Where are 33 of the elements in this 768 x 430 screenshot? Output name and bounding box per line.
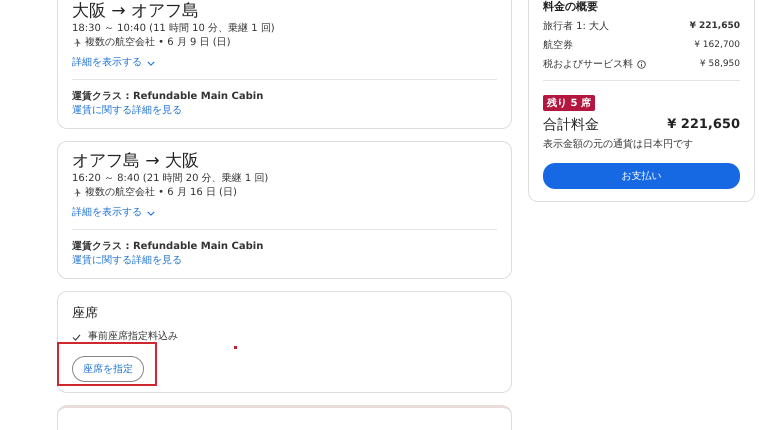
info-icon[interactable]: [637, 60, 646, 69]
chevron-down-icon: [147, 60, 155, 66]
price-label: 航空券: [543, 39, 573, 52]
flight-times: 16:20 ～ 8:40 (21 時間 20 分、乗継 1 回): [72, 172, 270, 186]
total-label: 合計料金: [543, 116, 599, 134]
airline-date: 複数の航空会社 • 6 月 9 日 (日): [85, 36, 230, 50]
pay-button[interactable]: お支払い: [543, 163, 740, 189]
show-details-link[interactable]: 詳細を表示する: [72, 206, 155, 220]
summary-title: 料金の概要: [543, 0, 599, 14]
plane-icon: [72, 188, 82, 198]
check-icon: [72, 334, 81, 340]
chevron-down-icon: [147, 210, 155, 216]
seat-fee-included: 事前座席指定料込み: [88, 330, 178, 344]
seats-left-badge: 残り 5 席: [543, 95, 595, 111]
plane-icon: [72, 38, 82, 48]
seats-title: 座席: [72, 305, 99, 322]
route-title: オアフ島 → 大阪: [72, 150, 200, 172]
price-amount: ¥ 221,650: [690, 20, 740, 33]
choose-seat-button[interactable]: 座席を指定: [72, 356, 144, 382]
price-amount: ¥ 162,700: [694, 39, 740, 52]
fare-details-link[interactable]: 運賃に関する詳細を見る: [72, 254, 182, 268]
price-amount: ¥ 58,950: [700, 58, 740, 71]
fare-class: 運賃クラス : Refundable Main Cabin: [72, 90, 264, 104]
flight-times: 18:30 ～ 10:40 (11 時間 10 分、乗継 1 回): [72, 22, 276, 36]
price-label: 税およびサービス料: [543, 58, 633, 71]
airline-date: 複数の航空会社 • 6 月 16 日 (日): [85, 186, 237, 200]
price-label: 旅行者 1: 大人: [543, 20, 610, 33]
fare-details-link[interactable]: 運賃に関する詳細を見る: [72, 104, 182, 118]
total-amount: ¥ 221,650: [667, 116, 740, 134]
route-title: 大阪 → オアフ島: [72, 0, 200, 22]
show-details-link[interactable]: 詳細を表示する: [72, 56, 155, 70]
fare-class: 運賃クラス : Refundable Main Cabin: [72, 240, 264, 254]
currency-note: 表示金額の元の通貨は日本円です: [543, 138, 694, 151]
